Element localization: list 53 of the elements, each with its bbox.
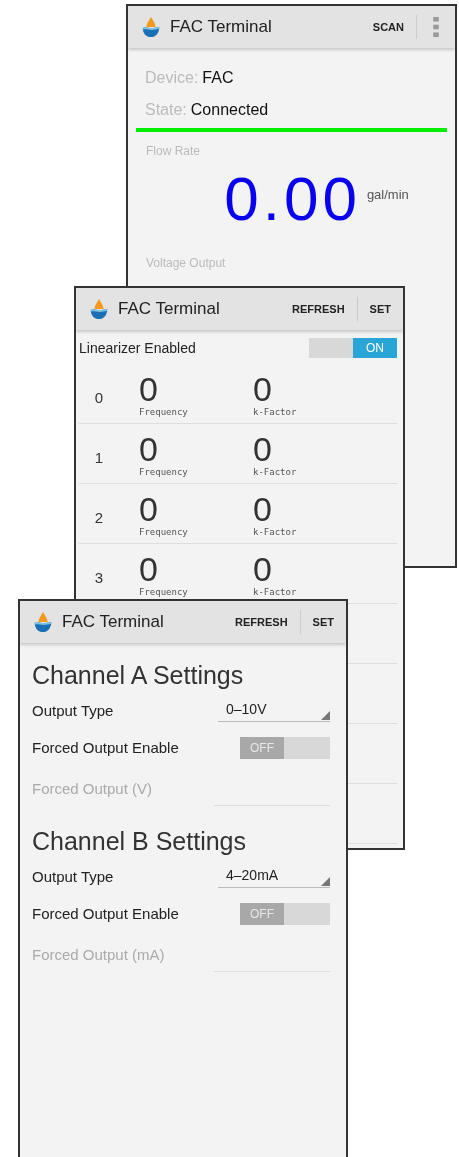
section-label: Flow Rate	[145, 143, 202, 158]
logo-icon	[32, 611, 54, 633]
dropdown-triangle-icon	[321, 876, 330, 886]
k-factor-label: k-Factor	[253, 526, 298, 537]
row-index: 0	[93, 389, 105, 406]
frequency-value[interactable]: 0	[139, 430, 251, 467]
frequency-label: Frequency	[139, 466, 189, 477]
setting-label: Forced Output (V)	[32, 780, 153, 797]
output-type-dropdown[interactable]: 0–10V	[218, 698, 330, 722]
action-button[interactable]: REFRESH	[233, 612, 290, 632]
k-factor-label: k-Factor	[253, 466, 298, 477]
overflow-menu-icon[interactable]	[433, 17, 439, 37]
k-factor-label: k-Factor	[253, 406, 298, 417]
output-type-dropdown[interactable]: 4–20mA	[218, 864, 330, 888]
logo-icon	[88, 298, 110, 320]
action-button[interactable]: REFRESH	[290, 299, 347, 319]
frequency-value[interactable]: 0	[139, 550, 251, 587]
action-button[interactable]: SET	[367, 299, 393, 319]
frequency-value[interactable]: 0	[139, 370, 251, 407]
field-label: Device:	[145, 69, 199, 87]
action-button[interactable]: SET	[310, 612, 336, 632]
dropdown-triangle-icon	[321, 710, 330, 720]
section-heading: Channel B Settings	[32, 826, 248, 857]
row-index: 3	[93, 569, 105, 586]
row-index: 2	[93, 509, 105, 526]
logo-icon	[140, 16, 162, 38]
frequency-value[interactable]: 0	[139, 490, 251, 527]
k-factor-value[interactable]: 0	[253, 370, 365, 407]
k-factor-value[interactable]: 0	[253, 550, 365, 587]
field-value: FAC	[202, 69, 234, 87]
section-label: Voltage Output	[145, 255, 227, 270]
setting-label: Forced Output (mA)	[32, 946, 165, 963]
field-value: Connected	[190, 101, 269, 119]
setting-label: Output Type	[32, 701, 114, 719]
k-factor-label: k-Factor	[253, 586, 298, 597]
flow-reading: 0.00	[224, 162, 361, 234]
k-factor-value[interactable]: 0	[253, 430, 365, 467]
setting-label: Output Type	[32, 867, 114, 885]
app-title: FAC Terminal	[118, 299, 221, 319]
frequency-label: Frequency	[139, 586, 189, 597]
action-button[interactable]: SCAN	[370, 17, 406, 37]
frequency-label: Frequency	[139, 406, 189, 417]
toggle-label: Linearizer Enabled	[79, 340, 196, 356]
row-index: 1	[93, 449, 105, 466]
unit-label: gal/min	[366, 186, 409, 202]
app-title: FAC Terminal	[62, 612, 165, 632]
setting-label: Forced Output Enable	[32, 905, 179, 922]
field-label: State:	[145, 101, 187, 119]
k-factor-value[interactable]: 0	[253, 490, 365, 527]
app-title: FAC Terminal	[170, 17, 273, 37]
setting-label: Forced Output Enable	[32, 739, 179, 756]
section-heading: Channel A Settings	[32, 660, 245, 691]
frequency-label: Frequency	[139, 526, 189, 537]
